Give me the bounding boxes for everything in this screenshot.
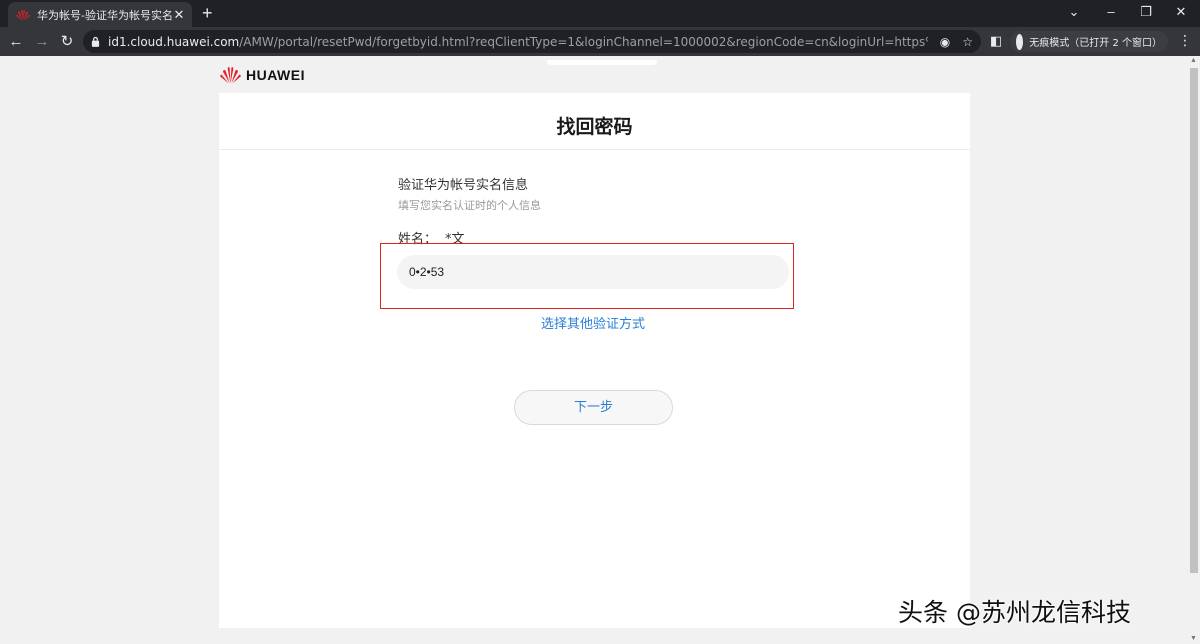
minimize-icon[interactable]: – xyxy=(1101,4,1121,19)
page-scrollbar[interactable]: ▲ ▼ xyxy=(1188,56,1200,644)
tab-close-icon[interactable]: ✕ xyxy=(172,7,186,23)
tab-title: 华为帐号-验证华为帐号实名信息 xyxy=(37,8,172,22)
bookmark-star-icon[interactable]: ☆ xyxy=(962,35,973,49)
side-panel-icon[interactable]: ◧ xyxy=(990,33,1002,49)
browser-menu-icon[interactable]: ⋮ xyxy=(1178,32,1192,49)
top-strip xyxy=(547,60,657,65)
other-verification-link[interactable]: 选择其他验证方式 xyxy=(219,313,967,332)
address-bar[interactable]: id1.cloud.huawei.com/AMW/portal/resetPwd… xyxy=(83,30,981,53)
tracking-protection-eye-off-icon[interactable]: ◉ xyxy=(940,35,950,49)
page-viewport: HUAWEI 找回密码 验证华为帐号实名信息 填写您实名认证时的个人信息 姓名：… xyxy=(0,56,1188,644)
reset-password-card: 找回密码 验证华为帐号实名信息 填写您实名认证时的个人信息 姓名：*文 选择其他… xyxy=(219,93,970,628)
browser-tab-bar: 华为帐号-验证华为帐号实名信息 ✕ + ⌄ – ❐ ✕ xyxy=(0,0,1200,27)
reload-icon[interactable]: ↻ xyxy=(56,31,78,53)
lock-icon xyxy=(91,36,100,47)
section-title: 验证华为帐号实名信息 xyxy=(398,178,529,193)
scroll-up-arrow-icon[interactable]: ▲ xyxy=(1190,57,1197,64)
url-text: id1.cloud.huawei.com/AMW/portal/resetPwd… xyxy=(108,34,928,49)
profile-label: 无痕模式（已打开 2 个窗口） xyxy=(1029,38,1162,49)
watermark-text: 头条 @苏州龙信科技 xyxy=(898,598,1131,627)
section-subtitle: 填写您实名认证时的个人信息 xyxy=(398,199,541,212)
browser-toolbar: ← → ↻ id1.cloud.huawei.com/AMW/portal/re… xyxy=(0,27,1200,56)
huawei-logo-icon xyxy=(220,67,241,84)
title-divider xyxy=(219,149,970,150)
window-close-icon[interactable]: ✕ xyxy=(1171,4,1191,20)
logo-text: HUAWEI xyxy=(246,67,305,83)
scroll-down-arrow-icon[interactable]: ▼ xyxy=(1190,635,1197,642)
huawei-favicon-icon xyxy=(16,9,30,21)
incognito-profile-button[interactable]: 无痕模式（已打开 2 个窗口） xyxy=(1010,31,1168,52)
forward-arrow-icon[interactable]: → xyxy=(31,31,53,53)
next-step-button[interactable]: 下一步 xyxy=(514,390,673,425)
huawei-logo[interactable]: HUAWEI xyxy=(219,66,305,84)
page-title: 找回密码 xyxy=(556,116,633,138)
scrollbar-thumb[interactable] xyxy=(1190,68,1198,573)
tab-search-chevron-icon[interactable]: ⌄ xyxy=(1064,4,1084,20)
id-number-input[interactable] xyxy=(397,255,789,289)
new-tab-button[interactable]: + xyxy=(202,3,213,23)
incognito-avatar-icon xyxy=(1016,33,1024,50)
back-arrow-icon[interactable]: ← xyxy=(5,31,27,53)
restore-icon[interactable]: ❐ xyxy=(1136,4,1156,20)
browser-tab[interactable]: 华为帐号-验证华为帐号实名信息 ✕ xyxy=(8,2,192,27)
